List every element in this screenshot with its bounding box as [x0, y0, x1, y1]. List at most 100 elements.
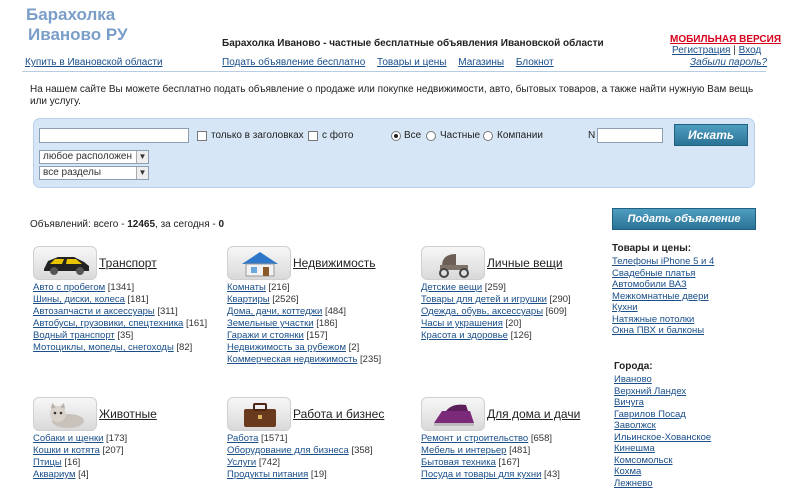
- goods-link[interactable]: Кухни: [612, 302, 638, 313]
- item-count: [4]: [78, 469, 89, 480]
- goods-link[interactable]: Окна ПВХ и балконы: [612, 325, 704, 336]
- subcategory-link[interactable]: Птицы: [33, 457, 62, 468]
- all-radio[interactable]: [391, 131, 401, 141]
- section-select[interactable]: все разделы ▼: [39, 166, 149, 180]
- nav-shops[interactable]: Магазины: [458, 57, 504, 68]
- item-count: [2]: [348, 342, 360, 353]
- category-title[interactable]: Недвижимость: [293, 256, 376, 270]
- private-radio[interactable]: [426, 131, 436, 141]
- city-link[interactable]: Кинешма: [614, 443, 655, 454]
- private-radio-label: Частные: [440, 130, 481, 141]
- with-photo-checkbox[interactable]: [308, 131, 318, 141]
- login-link[interactable]: Вход: [739, 45, 762, 56]
- briefcase-icon[interactable]: [227, 397, 291, 431]
- subcategory-link[interactable]: Бытовая техника: [421, 457, 496, 468]
- item-count: [157]: [306, 330, 328, 341]
- goods-link[interactable]: Автомобили ВАЗ: [612, 279, 687, 290]
- cat-icon[interactable]: [33, 397, 97, 431]
- list-item: Комнаты [216]: [227, 282, 412, 294]
- ad-count-today: 0: [218, 219, 225, 230]
- subcategory-link[interactable]: Мебель и интерьер: [421, 445, 506, 456]
- category-title[interactable]: Работа и бизнес: [293, 407, 384, 421]
- city-link[interactable]: Кохма: [614, 466, 641, 477]
- iron-icon[interactable]: [421, 397, 485, 431]
- companies-radio[interactable]: [483, 131, 493, 141]
- goods-prices-title: Товары и цены:: [612, 243, 692, 254]
- ad-number-input[interactable]: [597, 128, 663, 143]
- subcategory-link[interactable]: Товары для детей и игрушки: [421, 294, 547, 305]
- city-link[interactable]: Гаврилов Посад: [614, 409, 686, 420]
- subcategory-link[interactable]: Мотоциклы, мопеды, снегоходы: [33, 342, 174, 353]
- category-title[interactable]: Для дома и дачи: [487, 407, 580, 421]
- item-count: [1341]: [107, 282, 135, 293]
- goods-link[interactable]: Свадебные платья: [612, 268, 695, 279]
- search-input[interactable]: [39, 128, 189, 143]
- subcategory-link[interactable]: Автозапчасти и аксессуары: [33, 306, 155, 317]
- nav-goods-prices[interactable]: Товары и цены: [377, 57, 446, 68]
- goods-link[interactable]: Натяжные потолки: [612, 314, 694, 325]
- list-item: Ремонт и строительство [658]: [421, 433, 606, 445]
- subcategory-link[interactable]: Ремонт и строительство: [421, 433, 528, 444]
- all-radio-label: Все: [404, 130, 422, 141]
- site-logo[interactable]: Барахолка Иваново РУ: [26, 5, 128, 45]
- subcategory-link[interactable]: Квартиры: [227, 294, 270, 305]
- subcategory-link[interactable]: Шины, диски, колеса: [33, 294, 125, 305]
- subcategory-link[interactable]: Часы и украшения: [421, 318, 503, 329]
- category-animals: Животные Собаки и щенки [173] Кошки и ко…: [33, 397, 218, 481]
- house-icon[interactable]: [227, 246, 291, 280]
- stroller-icon[interactable]: [421, 246, 485, 280]
- city-link[interactable]: Вичуга: [614, 397, 644, 408]
- nav-post-ad[interactable]: Подать объявление бесплатно: [222, 57, 365, 68]
- subcategory-link[interactable]: Водный транспорт: [33, 330, 115, 341]
- item-count: [484]: [324, 306, 347, 317]
- city-link[interactable]: Иваново: [614, 374, 652, 385]
- post-ad-button[interactable]: Подать объявление: [612, 208, 756, 230]
- subcategory-link[interactable]: Авто с пробегом: [33, 282, 105, 293]
- category-title[interactable]: Транспорт: [99, 256, 157, 270]
- category-title[interactable]: Животные: [99, 407, 157, 421]
- auth-links: Регистрация | Вход: [672, 45, 761, 56]
- subcategory-link[interactable]: Гаражи и стоянки: [227, 330, 304, 341]
- subcategory-link[interactable]: Собаки и щенки: [33, 433, 103, 444]
- car-icon[interactable]: [33, 246, 97, 280]
- city-link[interactable]: Заволжск: [614, 420, 656, 431]
- subcategory-link[interactable]: Кошки и котята: [33, 445, 100, 456]
- category-title[interactable]: Личные вещи: [487, 256, 563, 270]
- buy-region-link[interactable]: Купить в Ивановской области: [25, 57, 163, 68]
- subcategory-link[interactable]: Земельные участки: [227, 318, 314, 329]
- list-item: Часы и украшения [20]: [421, 318, 606, 330]
- subcategory-link[interactable]: Недвижимость за рубежом: [227, 342, 346, 353]
- only-titles-checkbox[interactable]: [197, 131, 207, 141]
- city-link[interactable]: Ильинское-Хованское: [614, 432, 711, 443]
- forgot-password-link[interactable]: Забыли пароль?: [690, 57, 767, 68]
- city-link[interactable]: Верхний Ландех: [614, 386, 686, 397]
- subcategory-link[interactable]: Продукты питания: [227, 469, 308, 480]
- subcategory-link[interactable]: Дома, дачи, коттеджи: [227, 306, 322, 317]
- subcategory-link[interactable]: Автобусы, грузовики, спецтехника: [33, 318, 183, 329]
- item-count: [481]: [509, 445, 531, 456]
- mobile-version-link[interactable]: МОБИЛЬНАЯ ВЕРСИЯ: [670, 34, 781, 45]
- subcategory-link[interactable]: Посуда и товары для кухни: [421, 469, 541, 480]
- subcategory-link[interactable]: Комнаты: [227, 282, 266, 293]
- subcategory-link[interactable]: Красота и здоровье: [421, 330, 508, 341]
- goods-link[interactable]: Телефоны iPhone 5 и 4: [612, 256, 714, 267]
- subcategory-link[interactable]: Коммерческая недвижимость: [227, 354, 357, 365]
- city-link[interactable]: Лежнево: [614, 478, 653, 489]
- subcategory-link[interactable]: Оборудование для бизнеса: [227, 445, 349, 456]
- list-item: Собаки и щенки [173]: [33, 433, 218, 445]
- intro-text: На нашем сайте Вы можете бесплатно подат…: [30, 84, 754, 107]
- list-item: Бытовая техника [167]: [421, 457, 606, 469]
- list-item: Детские вещи [259]: [421, 282, 606, 294]
- goods-link[interactable]: Межкомнатные двери: [612, 291, 709, 302]
- subcategory-link[interactable]: Работа: [227, 433, 258, 444]
- subcategory-link[interactable]: Аквариум: [33, 469, 75, 480]
- city-link[interactable]: Комсомольск: [614, 455, 673, 466]
- nav-notepad[interactable]: Блокнот: [516, 57, 554, 68]
- subcategory-link[interactable]: Одежда, обувь, аксессуары: [421, 306, 543, 317]
- register-link[interactable]: Регистрация: [672, 45, 730, 56]
- subcategory-link[interactable]: Услуги: [227, 457, 256, 468]
- item-count: [20]: [505, 318, 522, 329]
- location-select[interactable]: любое расположен ▼: [39, 150, 149, 164]
- search-button[interactable]: Искать: [674, 124, 748, 146]
- subcategory-link[interactable]: Детские вещи: [421, 282, 482, 293]
